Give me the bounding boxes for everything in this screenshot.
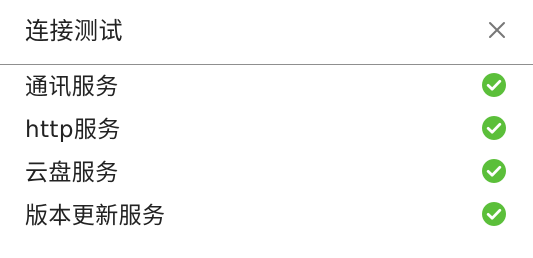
close-icon — [489, 22, 505, 38]
success-status-icon — [481, 201, 507, 227]
service-status-list: 通讯服务 http服务 云盘服务 版本更新服务 — [0, 65, 533, 237]
list-item: 云盘服务 — [0, 151, 533, 194]
dialog-header: 连接测试 — [0, 0, 533, 65]
check-circle-icon — [482, 116, 506, 140]
success-status-icon — [481, 72, 507, 98]
dialog-title: 连接测试 — [25, 17, 123, 45]
connection-test-dialog: 连接测试 通讯服务 http服务 云盘服务 版本更新服务 — [0, 0, 533, 258]
list-item: http服务 — [0, 108, 533, 151]
list-item: 通讯服务 — [0, 65, 533, 108]
success-status-icon — [481, 158, 507, 184]
service-label: http服务 — [25, 117, 121, 143]
check-circle-icon — [482, 202, 506, 226]
service-label: 版本更新服务 — [25, 203, 166, 229]
success-status-icon — [481, 115, 507, 141]
check-circle-icon — [482, 73, 506, 97]
service-label: 通讯服务 — [25, 74, 119, 100]
check-circle-icon — [482, 159, 506, 183]
service-label: 云盘服务 — [25, 160, 119, 186]
list-item: 版本更新服务 — [0, 194, 533, 237]
close-button[interactable] — [485, 18, 509, 42]
